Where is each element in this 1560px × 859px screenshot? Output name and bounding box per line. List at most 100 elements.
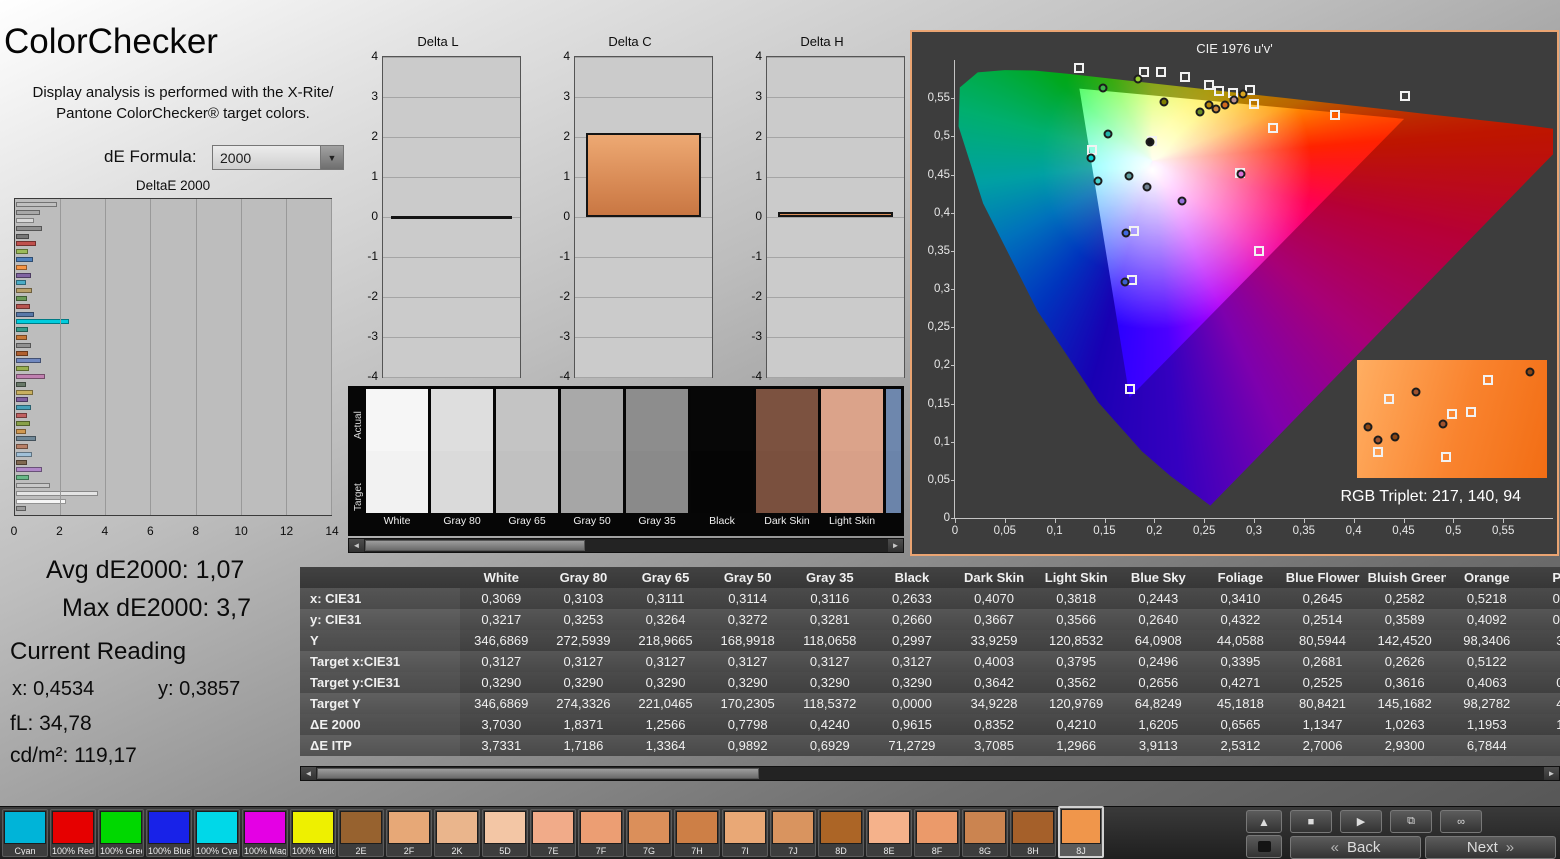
patch-button-7g[interactable]: 7G [626,809,672,857]
axis-tick-label: -4 [544,369,570,383]
deltae-bar-row [16,388,330,396]
table-cell: 2,9300 [1364,735,1446,756]
swatch-scrollbar[interactable]: ◄ ► [348,538,904,553]
axis-tick-label: 0,2 [1146,525,1162,537]
table-cell: 0,3253 [542,609,624,630]
axis-tick-label: 0,35 [1293,525,1315,537]
loop-button[interactable]: ∞ [1440,810,1482,833]
cie-target-square [1180,72,1190,82]
axis-tick [951,136,955,137]
axis-tick-label: -3 [352,329,378,343]
column-header: Gray 35 [789,567,871,588]
cie-target-square [1249,99,1259,109]
reading-x: x: 0,4534 [12,678,94,701]
deltae-bar [16,343,31,348]
patch-button-100-yellow[interactable]: 100% Yellow [290,809,336,857]
deltae-bar [16,335,27,340]
axis-tick-label: 3 [352,89,378,103]
patch-label: 8D [820,844,862,855]
stop-button[interactable]: ■ [1290,810,1332,833]
table-cell: 0,3562 [1035,672,1117,693]
deltae-bar [16,436,36,441]
patch-button-7f[interactable]: 7F [578,809,624,857]
patch-button-100-magenta[interactable]: 100% Magenta [242,809,288,857]
patch-button-100-red[interactable]: 100% Red [50,809,96,857]
patch-color [580,811,622,844]
patch-button-2e[interactable]: 2E [338,809,384,857]
cie-target-square [1254,246,1264,256]
axis-tick [951,175,955,176]
patch-pager: ▲ [1246,810,1282,858]
gridline [575,337,712,338]
swatch-light-skin: Light Skin [821,389,883,533]
cie-target-square [1384,394,1394,404]
patch-button-8f[interactable]: 8F [914,809,960,857]
gridline [767,337,904,338]
gridline [331,199,332,515]
patch-label: 7F [580,844,622,855]
deltae-bars [16,201,330,513]
table-cell: 1,6205 [1117,714,1199,735]
table-row: x: CIE310,30690,31030,31110,31140,31160,… [300,588,1560,609]
deltae-bar [16,506,26,511]
deltae-bar-row [16,482,330,490]
patch-button-7i[interactable]: 7I [722,809,768,857]
axis-tick-label: 3 [544,89,570,103]
patch-button-8h[interactable]: 8H [1010,809,1056,857]
scroll-up-button[interactable]: ▲ [1246,810,1282,833]
patch-button-8g[interactable]: 8G [962,809,1008,857]
deltae-bar-row [16,497,330,505]
chevron-left-icon: « [1331,839,1339,856]
next-button[interactable]: Next » [1425,836,1556,859]
patch-button-2k[interactable]: 2K [434,809,480,857]
patch-button-8d[interactable]: 8D [818,809,864,857]
patch-button-8e[interactable]: 8E [866,809,912,857]
column-header: Light Skin [1035,567,1117,588]
patch-color [484,811,526,844]
scroll-left-icon[interactable]: ◄ [301,767,316,780]
table-cell: 0,3116 [789,588,871,609]
swatch-target [561,451,623,513]
patch-button-100-green[interactable]: 100% Green [98,809,144,857]
scrollbar-track[interactable] [364,539,888,552]
table-scrollbar[interactable]: ◄ ► [300,766,1560,781]
patch-button-cyan[interactable]: Cyan [2,809,48,857]
table-row: ΔE ITP3,73311,71861,33640,98920,692971,2… [300,735,1560,756]
page-title: ColorChecker [4,22,218,62]
patch-button-5d[interactable]: 5D [482,809,528,857]
scroll-right-icon[interactable]: ► [1544,767,1559,780]
axis-tick-label: -4 [736,369,762,383]
patch-button-2f[interactable]: 2F [386,809,432,857]
axis-tick [1404,519,1405,523]
swatch-target [366,451,428,513]
axis-tick [951,289,955,290]
scroll-left-icon[interactable]: ◄ [349,539,364,552]
display-button[interactable] [1246,835,1282,858]
patch-label: 7H [676,844,718,855]
de-formula-dropdown[interactable]: 2000 ▼ [212,145,344,170]
patch-button-7h[interactable]: 7H [674,809,720,857]
chart-plot [382,56,521,378]
table-cell: 0,3290 [707,672,789,693]
axis-tick-label: 0,3 [916,283,950,295]
patch-button-100-blue[interactable]: 100% Blue [146,809,192,857]
patch-button-7e[interactable]: 7E [530,809,576,857]
scrollbar-track[interactable] [316,767,1544,780]
scrollbar-thumb[interactable] [365,540,585,551]
patch-button-100-cyan[interactable]: 100% Cyan [194,809,240,857]
swatch-label: Gray 50 [561,513,623,530]
axis-tick-label: -1 [352,249,378,263]
gridline [767,257,904,258]
axis-tick [1005,519,1006,523]
table-cell: 170,2305 [707,693,789,714]
scroll-right-icon[interactable]: ► [888,539,903,552]
patch-label: 8H [1012,844,1054,855]
patch-label: 100% Green [100,844,142,855]
capture-button[interactable]: ⧉ [1390,810,1432,833]
patch-button-8j[interactable]: 8J [1058,806,1104,858]
results-table: WhiteGray 80Gray 65Gray 50Gray 35BlackDa… [300,567,1560,756]
patch-button-7j[interactable]: 7J [770,809,816,857]
back-button[interactable]: « Back [1290,836,1421,859]
play-button[interactable]: ▶ [1340,810,1382,833]
scrollbar-thumb[interactable] [317,768,759,779]
